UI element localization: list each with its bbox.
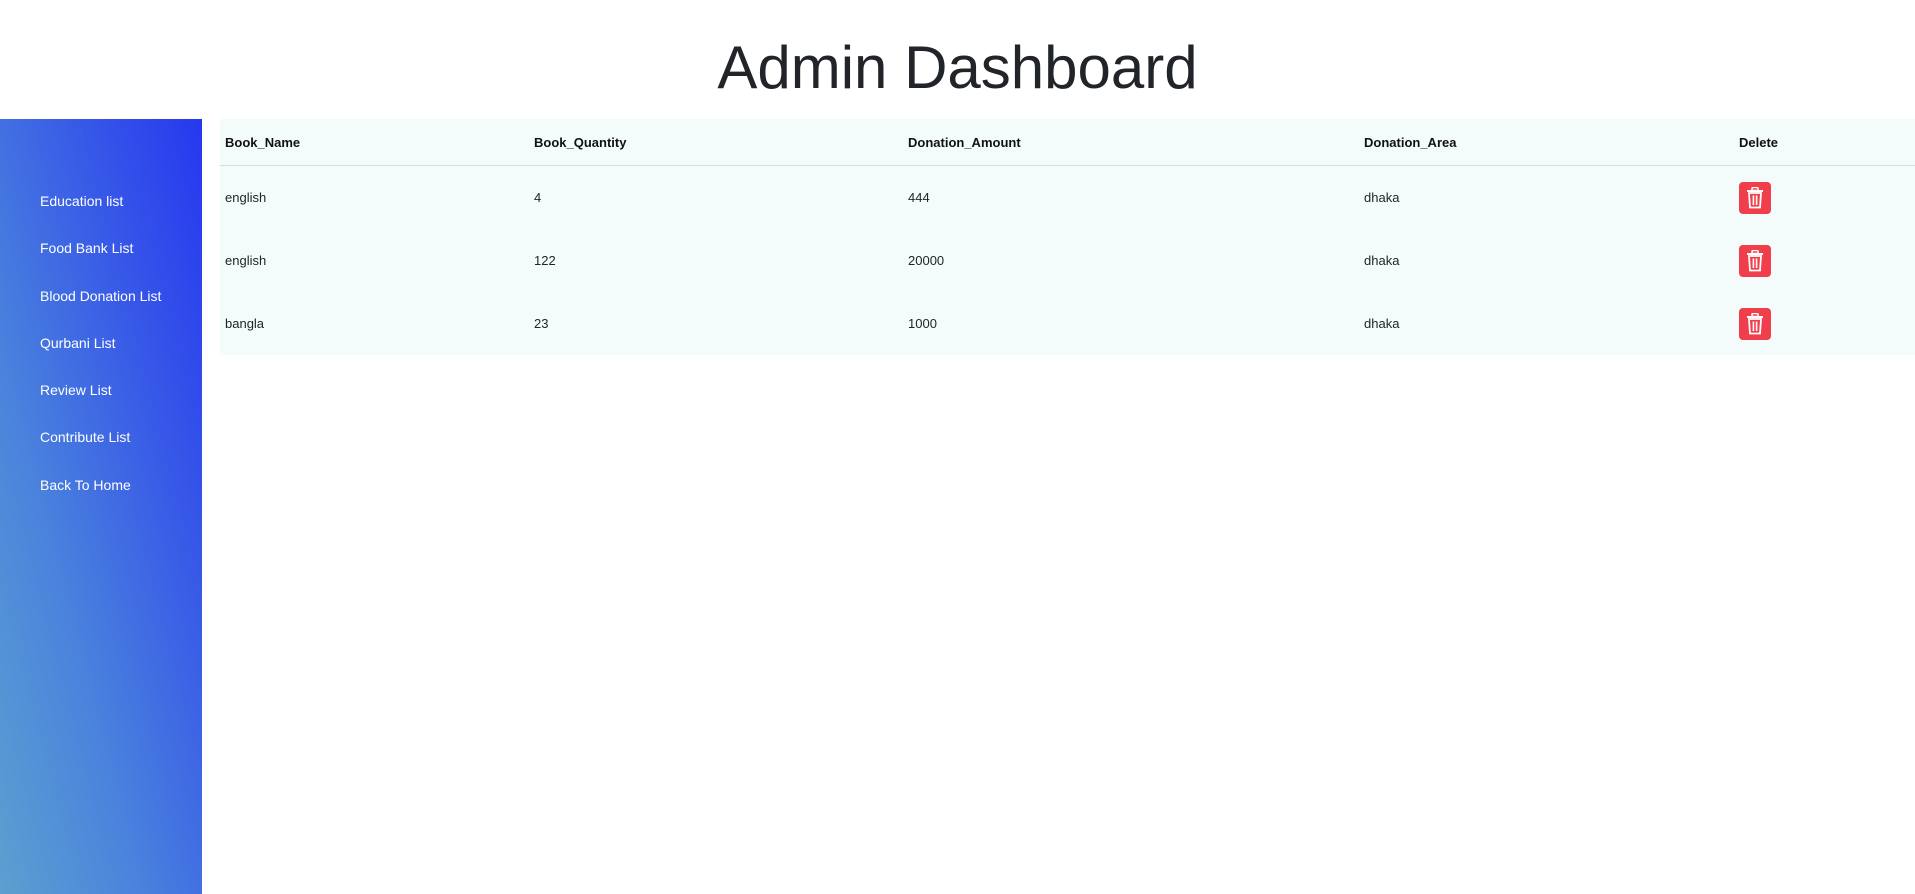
table-row: english 4 444 dhaka bbox=[220, 166, 1915, 230]
cell-delete bbox=[1734, 166, 1915, 230]
cell-donation-area: dhaka bbox=[1364, 316, 1400, 331]
cell-donation-amount: 20000 bbox=[908, 253, 945, 268]
sidebar-item-review-list[interactable]: Review List bbox=[40, 382, 161, 429]
sidebar-item-blood-donation-list[interactable]: Blood Donation List bbox=[40, 288, 161, 335]
cell-donation-amount: 444 bbox=[908, 190, 930, 205]
cell-book-name: english bbox=[225, 190, 267, 205]
cell-donation-area: dhaka bbox=[1364, 190, 1400, 205]
delete-button[interactable] bbox=[1739, 244, 1771, 277]
cell-book-quantity: 23 bbox=[534, 316, 549, 331]
trash-icon bbox=[1747, 312, 1763, 334]
sidebar-item-qurbani-list[interactable]: Qurbani List bbox=[40, 335, 161, 382]
trash-icon bbox=[1747, 249, 1763, 271]
education-table: Book_Name Book_Quantity Donation_Amount … bbox=[220, 119, 1915, 355]
table-row: english 122 20000 dhaka bbox=[220, 229, 1915, 292]
trash-icon bbox=[1747, 186, 1763, 208]
column-header-book-quantity: Book_Quantity bbox=[529, 119, 903, 166]
page-title: Admin Dashboard bbox=[717, 34, 1198, 101]
cell-book-quantity: 4 bbox=[534, 190, 542, 205]
delete-button[interactable] bbox=[1739, 307, 1771, 340]
cell-book-quantity: 122 bbox=[534, 253, 556, 268]
cell-donation-area: dhaka bbox=[1364, 253, 1400, 268]
column-header-delete: Delete bbox=[1734, 119, 1915, 166]
delete-button[interactable] bbox=[1739, 181, 1771, 214]
cell-book-name: english bbox=[225, 253, 267, 268]
table-header-row: Book_Name Book_Quantity Donation_Amount … bbox=[220, 119, 1915, 166]
sidebar-item-back-to-home[interactable]: Back To Home bbox=[40, 477, 161, 524]
column-header-donation-area: Donation_Area bbox=[1359, 119, 1734, 166]
sidebar-item-food-bank-list[interactable]: Food Bank List bbox=[40, 240, 161, 287]
sidebar: Education list Food Bank List Blood Dona… bbox=[0, 119, 202, 894]
sidebar-item-contribute-list[interactable]: Contribute List bbox=[40, 429, 161, 476]
table-header: Book_Name Book_Quantity Donation_Amount … bbox=[220, 119, 1915, 166]
sidebar-menu: Education list Food Bank List Blood Dona… bbox=[40, 193, 161, 524]
cell-book-name: bangla bbox=[225, 316, 265, 331]
sidebar-item-education-list[interactable]: Education list bbox=[40, 193, 161, 240]
column-header-donation-amount: Donation_Amount bbox=[903, 119, 1359, 166]
main-content: Book_Name Book_Quantity Donation_Amount … bbox=[220, 119, 1915, 355]
cell-delete bbox=[1734, 229, 1915, 292]
table-row: bangla 23 1000 dhaka bbox=[220, 292, 1915, 355]
table-body: english 4 444 dhaka english 122 20000 dh… bbox=[220, 166, 1915, 356]
cell-delete bbox=[1734, 292, 1915, 355]
column-header-book-name: Book_Name bbox=[220, 119, 529, 166]
cell-donation-amount: 1000 bbox=[908, 316, 937, 331]
